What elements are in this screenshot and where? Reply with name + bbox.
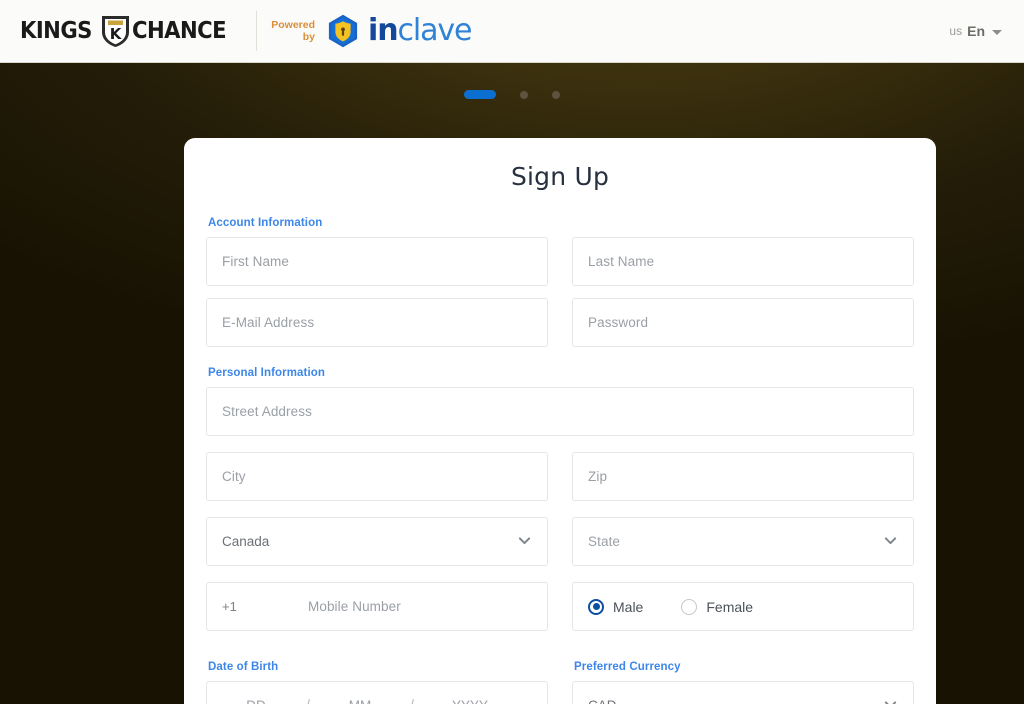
phone-gender-row: +1 Mobile Number Male Female (206, 582, 914, 631)
chevron-down-icon (884, 534, 897, 547)
credentials-row: E-Mail Address Password (206, 298, 914, 347)
powered-by-label: Powered by (271, 19, 315, 44)
page-title: Sign Up (510, 162, 610, 191)
street-address-input[interactable]: Street Address (206, 387, 914, 436)
last-name-input[interactable]: Last Name (572, 237, 914, 286)
first-name-placeholder: First Name (222, 254, 290, 269)
dob-currency-row: DD / MM / YYYY CAD (206, 681, 914, 704)
country-value: Canada (222, 534, 270, 549)
dob-separator-1: / (293, 697, 323, 704)
inclave-text-bold: in (368, 13, 399, 48)
radio-unselected-icon (681, 598, 698, 615)
inclave-shield-hexagon-icon (326, 14, 360, 48)
radio-selected-icon (588, 598, 604, 615)
gender-female-label: Female (706, 598, 754, 615)
shield-letter: K (109, 24, 122, 43)
powered-line-1: Powered (271, 18, 316, 31)
gender-radio-group: Male Female (572, 582, 914, 631)
city-placeholder: City (222, 469, 246, 484)
language-code: En (967, 23, 985, 39)
zip-input[interactable]: Zip (572, 452, 914, 501)
inclave-logo[interactable]: inclave (326, 13, 473, 48)
brand-word-right: CHANCE (132, 18, 227, 44)
date-of-birth-input[interactable]: DD / MM / YYYY (206, 681, 548, 704)
state-select[interactable]: State (572, 517, 914, 566)
email-input[interactable]: E-Mail Address (206, 298, 548, 347)
section-label-personal-information: Personal Information (208, 367, 326, 379)
site-header: KINGS K CHANCE Powered by inclave us En (0, 0, 1024, 63)
carousel-dot-3[interactable] (552, 90, 560, 99)
phone-country-code: +1 (222, 599, 237, 614)
dob-month-placeholder[interactable]: MM (323, 698, 397, 704)
carousel-pagination (0, 90, 1024, 99)
state-placeholder: State (588, 534, 621, 549)
kings-chance-logo[interactable]: KINGS K CHANCE (20, 0, 234, 62)
inclave-text-light: clave (397, 13, 472, 48)
country-select[interactable]: Canada (206, 517, 548, 566)
gender-male-label: Male (613, 598, 644, 615)
mobile-number-input[interactable]: +1 Mobile Number (206, 582, 548, 631)
preferred-currency-select[interactable]: CAD (572, 681, 914, 704)
brand-word-left: KINGS (20, 18, 92, 44)
section-label-account-information: Account Information (208, 217, 323, 229)
inclave-wordmark: inclave (368, 13, 472, 48)
last-name-placeholder: Last Name (588, 254, 655, 269)
chevron-down-icon (992, 29, 1002, 35)
email-placeholder: E-Mail Address (222, 315, 315, 330)
dob-year-placeholder[interactable]: YYYY (427, 698, 513, 704)
dob-day-placeholder[interactable]: DD (219, 698, 293, 704)
header-divider (256, 11, 258, 51)
dob-currency-labels-row: Date of Birth Preferred Currency (206, 643, 914, 681)
password-placeholder: Password (588, 315, 649, 330)
signup-card: Sign Up Account Information First Name L… (184, 138, 936, 704)
name-row: First Name Last Name (206, 237, 914, 286)
section-label-date-of-birth: Date of Birth (208, 661, 279, 673)
mobile-number-placeholder: Mobile Number (308, 599, 401, 614)
language-region: us (949, 24, 963, 38)
zip-placeholder: Zip (588, 469, 608, 484)
currency-value: CAD (588, 698, 617, 704)
gender-option-female[interactable]: Female (681, 598, 754, 615)
gender-option-male[interactable]: Male (588, 598, 644, 615)
street-address-placeholder: Street Address (222, 404, 312, 419)
carousel-dot-1[interactable] (464, 90, 496, 99)
section-label-preferred-currency: Preferred Currency (574, 661, 681, 673)
chevron-down-icon (884, 698, 897, 704)
country-state-row: Canada State (206, 517, 914, 566)
language-selector[interactable]: us En (949, 23, 1002, 39)
chevron-down-icon (518, 534, 531, 547)
street-row: Street Address (206, 387, 914, 436)
first-name-input[interactable]: First Name (206, 237, 548, 286)
city-input[interactable]: City (206, 452, 548, 501)
crown-shield-icon: K (100, 14, 131, 48)
city-zip-row: City Zip (206, 452, 914, 501)
dob-separator-2: / (397, 697, 427, 704)
carousel-dot-2[interactable] (520, 90, 528, 99)
password-input[interactable]: Password (572, 298, 914, 347)
powered-line-2: by (302, 31, 316, 43)
